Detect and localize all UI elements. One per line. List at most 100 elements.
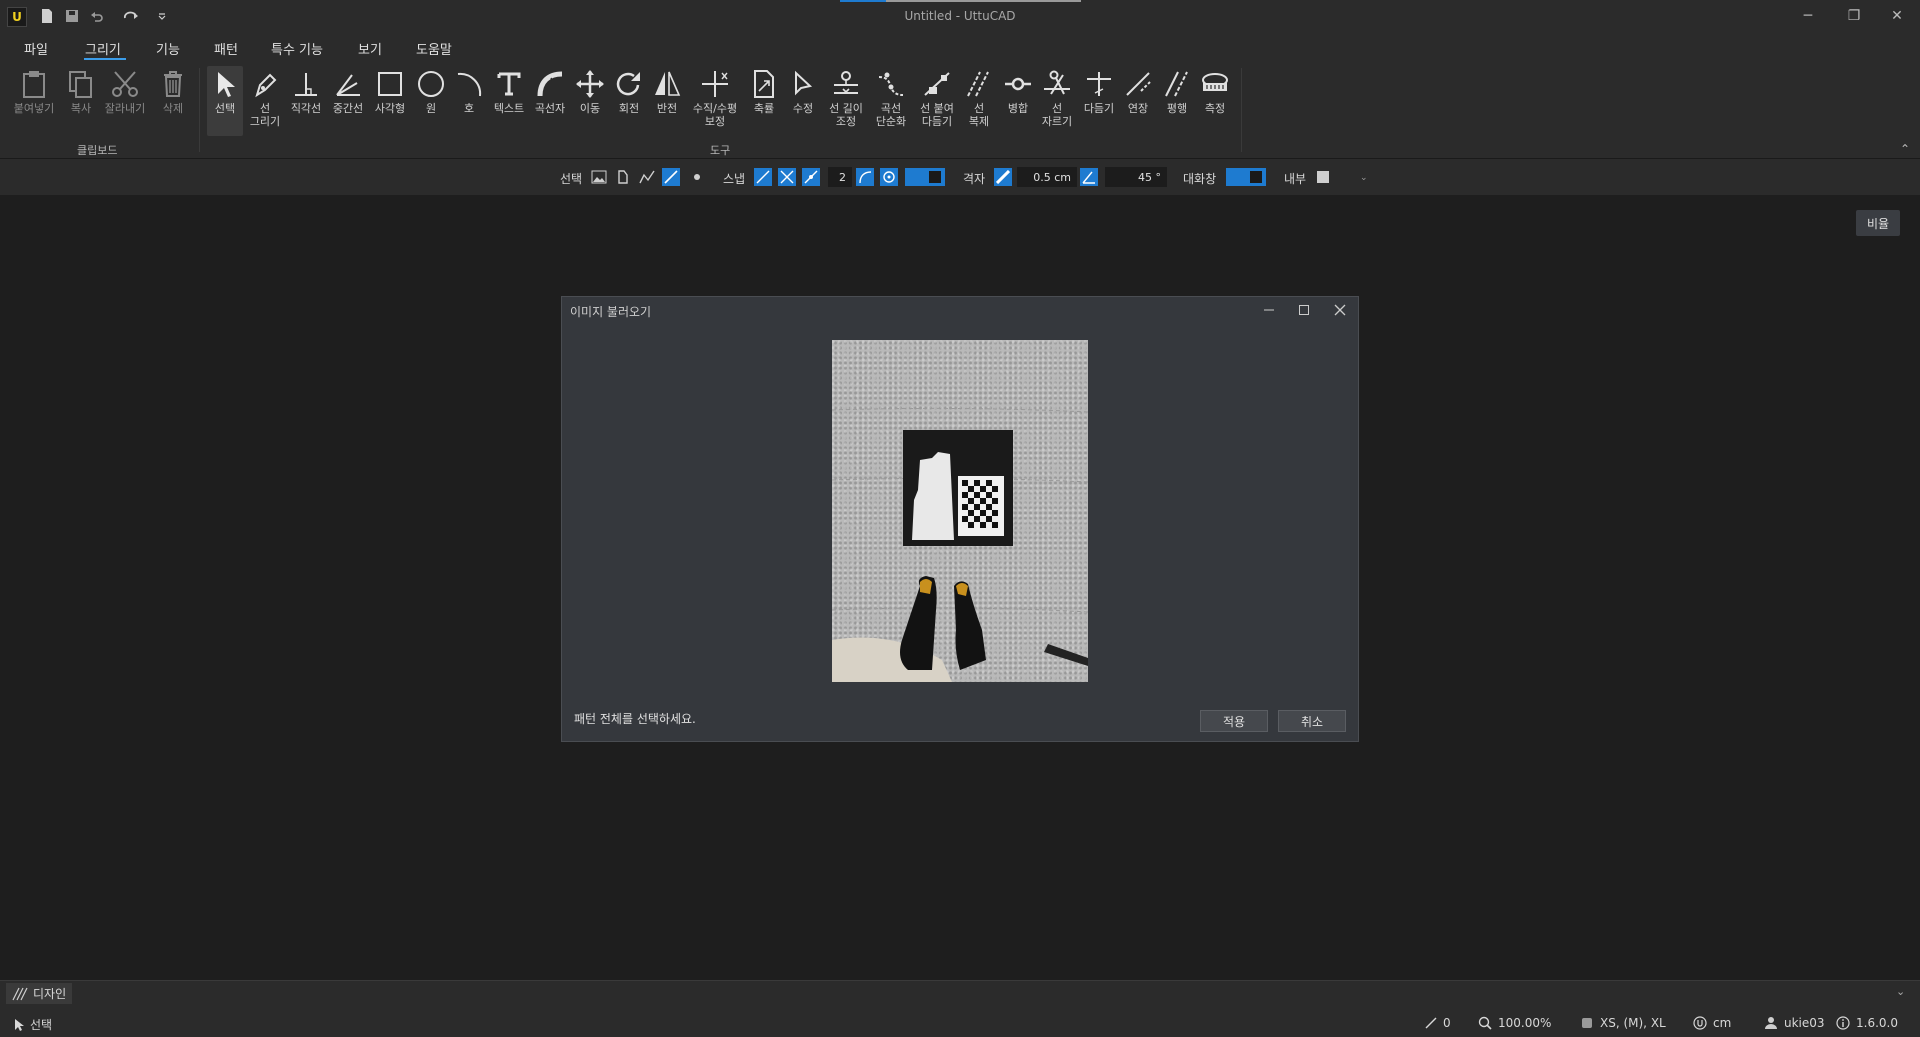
parallel-tool-button[interactable]: 평행 bbox=[1157, 66, 1197, 136]
angle-icon[interactable] bbox=[1080, 168, 1098, 186]
perpendicular-tool-button[interactable]: 직각선 bbox=[286, 66, 326, 136]
design-tab[interactable]: 디자인 bbox=[6, 983, 72, 1004]
copy-button[interactable]: 복사 bbox=[61, 66, 101, 136]
attach-line-tool-button[interactable]: 선 붙여 다듬기 bbox=[914, 66, 960, 136]
inner-label: 내부 bbox=[1284, 172, 1307, 186]
scissors-icon bbox=[112, 71, 138, 97]
curve-ruler-tool-button[interactable]: 곡선자 bbox=[530, 66, 570, 136]
grid-size-input[interactable]: 0.5 cm bbox=[1017, 167, 1077, 187]
snap-curve-icon[interactable] bbox=[856, 168, 874, 186]
move-icon bbox=[576, 70, 604, 98]
image-icon[interactable] bbox=[590, 168, 608, 186]
dialog-maximize-icon[interactable] bbox=[1286, 297, 1322, 323]
inner-checkbox[interactable] bbox=[1317, 171, 1329, 183]
dialog-title: 이미지 불러오기 bbox=[570, 305, 652, 319]
point-select-icon[interactable] bbox=[688, 168, 706, 186]
dialog-toggle[interactable] bbox=[1226, 168, 1266, 186]
dialog-label: 대화창 bbox=[1183, 172, 1217, 186]
move-tool-button[interactable]: 이동 bbox=[570, 66, 610, 136]
menu-view[interactable]: 보기 bbox=[358, 39, 382, 58]
dialog-minimize-icon[interactable] bbox=[1251, 297, 1287, 323]
status-zoom[interactable]: 100.00% bbox=[1478, 1016, 1551, 1030]
line-length-tool-button[interactable]: 선 길이 조정 bbox=[823, 66, 869, 136]
snap-endpoint-icon[interactable] bbox=[754, 168, 772, 186]
snap-midpoint-icon[interactable] bbox=[802, 168, 820, 186]
grid-ruler-icon[interactable] bbox=[994, 168, 1012, 186]
status-unit[interactable]: cm bbox=[1693, 1016, 1731, 1030]
circle-tool-button[interactable]: 원 bbox=[411, 66, 451, 136]
window-title: Untitled - UttuCAD bbox=[904, 9, 1016, 23]
snap-circle-icon[interactable] bbox=[880, 168, 898, 186]
scale-tool-button[interactable]: 축률 bbox=[744, 66, 784, 136]
rectangle-icon bbox=[378, 72, 402, 96]
bisector-tool-button[interactable]: 중간선 bbox=[328, 66, 368, 136]
snap-toggle[interactable] bbox=[905, 168, 945, 186]
line-select-icon[interactable] bbox=[662, 168, 680, 186]
status-sizes[interactable]: XS, (M), XL bbox=[1580, 1016, 1666, 1030]
image-preview[interactable] bbox=[832, 340, 1088, 682]
group-separator bbox=[199, 68, 200, 152]
ratio-button[interactable]: 비율 bbox=[1856, 210, 1900, 236]
status-mode: 선택 bbox=[14, 1016, 52, 1033]
dialog-message: 패턴 전체를 선택하세요. bbox=[574, 712, 696, 726]
options-more-icon[interactable]: ⌄ bbox=[1360, 173, 1368, 183]
extend-tool-button[interactable]: 연장 bbox=[1118, 66, 1158, 136]
polyline-icon[interactable] bbox=[638, 168, 656, 186]
mirror-tool-button[interactable]: 반전 bbox=[647, 66, 687, 136]
snap-divisions-input[interactable]: 2 bbox=[828, 167, 852, 187]
grid-label: 격자 bbox=[963, 172, 986, 186]
pattern-piece-icon[interactable] bbox=[614, 168, 632, 186]
menu-draw[interactable]: 그리기 bbox=[85, 39, 121, 58]
menu-file[interactable]: 파일 bbox=[24, 39, 48, 58]
clipboard-group-label: 클립보드 bbox=[77, 144, 118, 157]
mirror-icon bbox=[655, 71, 681, 96]
close-button[interactable]: ✕ bbox=[1874, 0, 1920, 32]
menu-help[interactable]: 도움말 bbox=[416, 39, 452, 58]
dialog-close-icon[interactable] bbox=[1322, 297, 1358, 323]
design-tab-label: 디자인 bbox=[33, 987, 67, 1001]
curve-ruler-icon bbox=[537, 71, 563, 97]
title-bar: U Untitled - UttuCAD ─ ❐ ✕ bbox=[0, 0, 1920, 32]
user-icon bbox=[1765, 1017, 1777, 1029]
minimize-button[interactable]: ─ bbox=[1785, 0, 1831, 32]
draw-line-tool-button[interactable]: 선 그리기 bbox=[245, 66, 285, 136]
restore-button[interactable]: ❐ bbox=[1831, 0, 1877, 32]
snap-intersection-icon[interactable] bbox=[778, 168, 796, 186]
menu-special[interactable]: 특수 기능 bbox=[271, 39, 323, 58]
arc-tool-button[interactable]: 호 bbox=[449, 66, 489, 136]
paste-button[interactable]: 붙여넣기 bbox=[8, 66, 60, 136]
rotate-icon bbox=[616, 72, 640, 96]
duplicate-line-tool-button[interactable]: 선 복제 bbox=[959, 66, 999, 136]
cut-button[interactable]: 잘라내기 bbox=[101, 66, 149, 136]
pointer-icon bbox=[15, 1019, 24, 1031]
simplify-curve-tool-button[interactable]: 곡선 단순화 bbox=[868, 66, 914, 136]
attach-line-icon bbox=[924, 72, 950, 96]
perpendicular-icon bbox=[295, 73, 317, 96]
rotate-tool-button[interactable]: 회전 bbox=[609, 66, 649, 136]
text-tool-button[interactable]: 텍스트 bbox=[489, 66, 529, 136]
select-tool-button[interactable]: 선택 bbox=[207, 66, 243, 136]
menu-function[interactable]: 기능 bbox=[156, 39, 180, 58]
rectangle-tool-button[interactable]: 사각형 bbox=[370, 66, 410, 136]
status-user[interactable]: ukie03 bbox=[1764, 1016, 1825, 1030]
delete-button[interactable]: 삭제 bbox=[153, 66, 193, 136]
cancel-button[interactable]: 취소 bbox=[1278, 710, 1346, 732]
apply-button[interactable]: 적용 bbox=[1200, 710, 1268, 732]
align-tool-button[interactable]: 수직/수평 보정 bbox=[686, 66, 744, 136]
menu-pattern[interactable]: 패턴 bbox=[214, 39, 238, 58]
line-icon bbox=[1425, 1017, 1437, 1029]
trim-tool-button[interactable]: 다듬기 bbox=[1079, 66, 1119, 136]
measure-tool-button[interactable]: 측정 bbox=[1195, 66, 1235, 136]
collapse-ribbon-icon[interactable]: ⌃ bbox=[1900, 142, 1910, 156]
pointer-icon bbox=[218, 72, 235, 97]
unit-icon bbox=[1693, 1016, 1707, 1030]
status-version[interactable]: 1.6.0.0 bbox=[1836, 1016, 1898, 1030]
design-tab-bar: 디자인 ⌄ bbox=[0, 980, 1920, 1007]
extend-icon bbox=[1126, 72, 1151, 96]
edit-tool-button[interactable]: 수정 bbox=[783, 66, 823, 136]
merge-icon bbox=[1005, 77, 1031, 91]
angle-input[interactable]: 45 ° bbox=[1105, 167, 1167, 187]
cut-line-tool-button[interactable]: 선 자르기 bbox=[1037, 66, 1077, 136]
merge-tool-button[interactable]: 병합 bbox=[998, 66, 1038, 136]
tabs-dropdown-icon[interactable]: ⌄ bbox=[1896, 985, 1905, 998]
